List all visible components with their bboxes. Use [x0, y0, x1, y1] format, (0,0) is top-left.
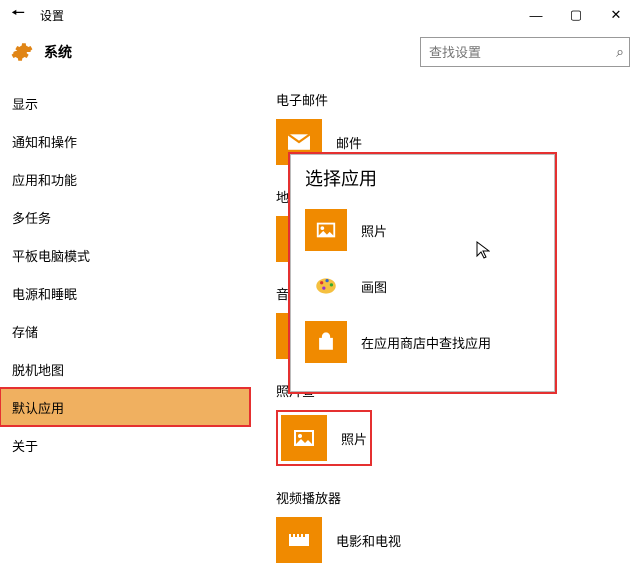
- default-app-photos[interactable]: 照片: [276, 410, 372, 466]
- popup-item-label: 在应用商店中查找应用: [361, 333, 491, 352]
- sidebar-item-notifications[interactable]: 通知和操作: [0, 122, 250, 160]
- sidebar-item-storage[interactable]: 存储: [0, 312, 250, 350]
- video-icon: [276, 517, 322, 563]
- popup-item-paint[interactable]: 画图: [301, 263, 544, 309]
- close-button[interactable]: ✕: [596, 1, 636, 29]
- search-input[interactable]: [420, 37, 630, 67]
- popup-item-store[interactable]: 在应用商店中查找应用: [301, 319, 544, 365]
- sidebar-item-label: 电源和睡眠: [12, 284, 77, 303]
- sidebar-item-default-apps[interactable]: 默认应用: [0, 388, 250, 426]
- app-label: 照片: [341, 429, 367, 448]
- search-icon: ⌕: [616, 44, 624, 61]
- paint-icon: [305, 265, 347, 307]
- choose-app-popup: 选择应用 照片 画图 在应用商店中查找应用: [290, 154, 555, 392]
- sidebar-item-multitask[interactable]: 多任务: [0, 198, 250, 236]
- sidebar: 显示 通知和操作 应用和功能 多任务 平板电脑模式 电源和睡眠 存储 脱机地图 …: [0, 74, 250, 505]
- sidebar-item-label: 应用和功能: [12, 170, 77, 189]
- default-app-video[interactable]: 电影和电视: [276, 517, 640, 563]
- popup-item-label: 照片: [361, 221, 387, 240]
- sidebar-item-label: 多任务: [12, 208, 51, 227]
- sidebar-item-label: 关于: [12, 436, 38, 455]
- gear-icon: [10, 40, 34, 64]
- search-container: ⌕: [420, 37, 630, 67]
- header-title: 系统: [44, 42, 72, 62]
- app-label: 邮件: [336, 133, 362, 152]
- photos-icon: [305, 209, 347, 251]
- back-button[interactable]: 🠔: [4, 1, 32, 29]
- sidebar-item-label: 通知和操作: [12, 132, 77, 151]
- content: 电子邮件 邮件 地图 音乐播 照片查 照片 视频播放器: [250, 74, 640, 505]
- popup-item-label: 画图: [361, 277, 387, 296]
- sidebar-item-label: 存储: [12, 322, 38, 341]
- sidebar-item-offline-maps[interactable]: 脱机地图: [0, 350, 250, 388]
- sidebar-item-label: 默认应用: [12, 398, 64, 417]
- maximize-button[interactable]: ▢: [556, 1, 596, 29]
- section-email-label: 电子邮件: [276, 90, 640, 109]
- sidebar-item-label: 脱机地图: [12, 360, 64, 379]
- sidebar-item-apps[interactable]: 应用和功能: [0, 160, 250, 198]
- window-controls: — ▢ ✕: [516, 1, 636, 29]
- app-label: 电影和电视: [336, 531, 401, 550]
- header: 系统 ⌕: [0, 30, 640, 74]
- sidebar-item-power[interactable]: 电源和睡眠: [0, 274, 250, 312]
- titlebar: 🠔 设置 — ▢ ✕: [0, 0, 640, 30]
- sidebar-item-label: 显示: [12, 94, 38, 113]
- store-icon: [305, 321, 347, 363]
- sidebar-item-display[interactable]: 显示: [0, 84, 250, 122]
- window-title: 设置: [40, 7, 64, 24]
- popup-item-photos[interactable]: 照片: [301, 207, 544, 253]
- photos-icon: [281, 415, 327, 461]
- minimize-button[interactable]: —: [516, 1, 556, 29]
- sidebar-item-tablet[interactable]: 平板电脑模式: [0, 236, 250, 274]
- popup-title: 选择应用: [301, 165, 544, 191]
- section-video-label: 视频播放器: [276, 488, 640, 507]
- sidebar-item-label: 平板电脑模式: [12, 246, 90, 265]
- cursor-icon: [476, 241, 490, 264]
- sidebar-item-about[interactable]: 关于: [0, 426, 250, 464]
